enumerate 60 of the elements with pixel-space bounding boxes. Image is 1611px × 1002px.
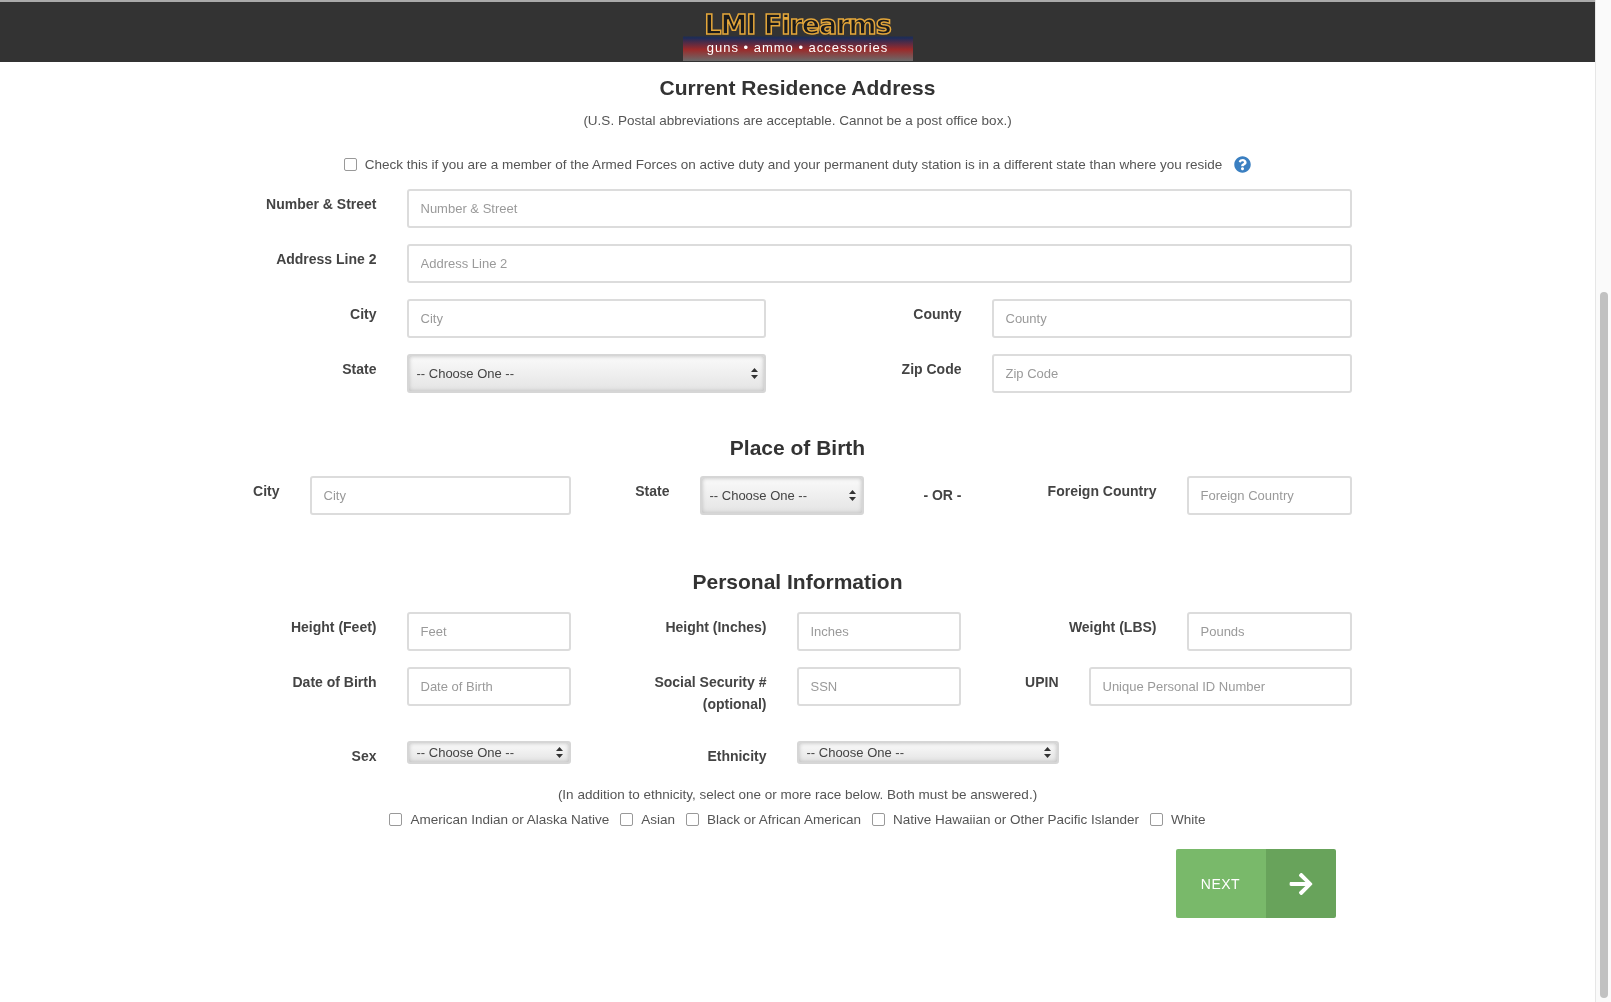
race-option[interactable]: White <box>1150 812 1206 827</box>
field-label: Social Security # (optional) <box>653 673 767 714</box>
race-option[interactable]: Asian <box>620 812 676 827</box>
arrow-right-icon <box>1287 870 1314 897</box>
checkbox-text: White <box>1171 812 1206 827</box>
sex-select[interactable]: -- Choose One -- <box>406 741 571 764</box>
field-label: Number & Street <box>266 195 377 214</box>
select-arrows-icon <box>750 368 758 379</box>
upin-field[interactable]: Unique Personal ID Number <box>1088 667 1352 706</box>
street-field[interactable]: Number & Street <box>406 189 1352 228</box>
select-arrows-icon <box>1043 747 1051 758</box>
scrollbar-thumb[interactable] <box>1600 292 1608 998</box>
field-label: Address Line 2 <box>276 250 377 269</box>
date-field[interactable]: Date of Birth <box>406 667 571 706</box>
field-label: State <box>635 482 670 501</box>
city-field[interactable]: City <box>406 299 766 338</box>
checkbox[interactable] <box>871 813 885 826</box>
field-label: Height (Inches) <box>665 618 767 637</box>
address-field[interactable]: Address Line 2 <box>406 244 1352 283</box>
ssn-field[interactable]: SSN <box>796 667 961 706</box>
checkbox[interactable] <box>620 813 634 826</box>
feet-field[interactable]: Feet <box>406 612 571 651</box>
field-label: Ethnicity <box>707 747 767 766</box>
section-note: (U.S. Postal abbreviations are acceptable. Cannot be a post office box.) <box>583 113 1012 128</box>
logo-tagline: guns • ammo • accessories <box>706 39 889 55</box>
zip-field[interactable]: Zip Code <box>991 354 1352 393</box>
field-label: UPIN <box>1025 673 1059 692</box>
birth-city-field[interactable]: City <box>309 476 571 515</box>
section-title: Place of Birth <box>729 436 866 460</box>
select-arrows-icon <box>555 747 563 758</box>
logo-wordmark: LMI Firearms <box>704 9 891 40</box>
section-title: Personal Information <box>692 570 903 594</box>
field-label: Date of Birth <box>292 673 377 692</box>
weight-field[interactable]: Pounds <box>1186 612 1352 651</box>
help-icon[interactable] <box>1234 156 1252 173</box>
checkbox[interactable] <box>343 158 357 171</box>
field-label: Zip Code <box>901 360 962 379</box>
field-label: Foreign Country <box>1047 482 1157 501</box>
field-label: Sex <box>351 747 377 766</box>
or-divider-text: - OR - <box>923 486 962 505</box>
field-label: County <box>913 305 962 324</box>
field-label: Weight (LBS) <box>1068 618 1157 637</box>
birth-state-select[interactable]: -- Choose One -- <box>699 476 864 515</box>
field-label: Height (Feet) <box>290 618 377 637</box>
checkbox[interactable] <box>1150 813 1164 826</box>
county-field[interactable]: County <box>991 299 1352 338</box>
country-field[interactable]: Foreign Country <box>1186 476 1352 515</box>
select-arrows-icon <box>848 490 856 501</box>
section-title: Current Residence Address <box>659 76 936 100</box>
checkbox[interactable] <box>686 813 700 826</box>
checkbox-text: Asian <box>641 812 676 827</box>
field-label: City <box>350 305 377 324</box>
checkbox[interactable] <box>389 813 403 826</box>
scrollbar[interactable] <box>1595 0 1611 1002</box>
field-label: State <box>342 360 377 379</box>
race-note: (In addition to ethnicity, select one or more race below. Both must be answered.) <box>557 787 1038 802</box>
inches-field[interactable]: Inches <box>796 612 961 651</box>
state-select[interactable]: -- Choose One -- <box>406 354 766 393</box>
ethnicity-select[interactable]: -- Choose One -- <box>796 741 1059 764</box>
field-label: City <box>253 482 280 501</box>
